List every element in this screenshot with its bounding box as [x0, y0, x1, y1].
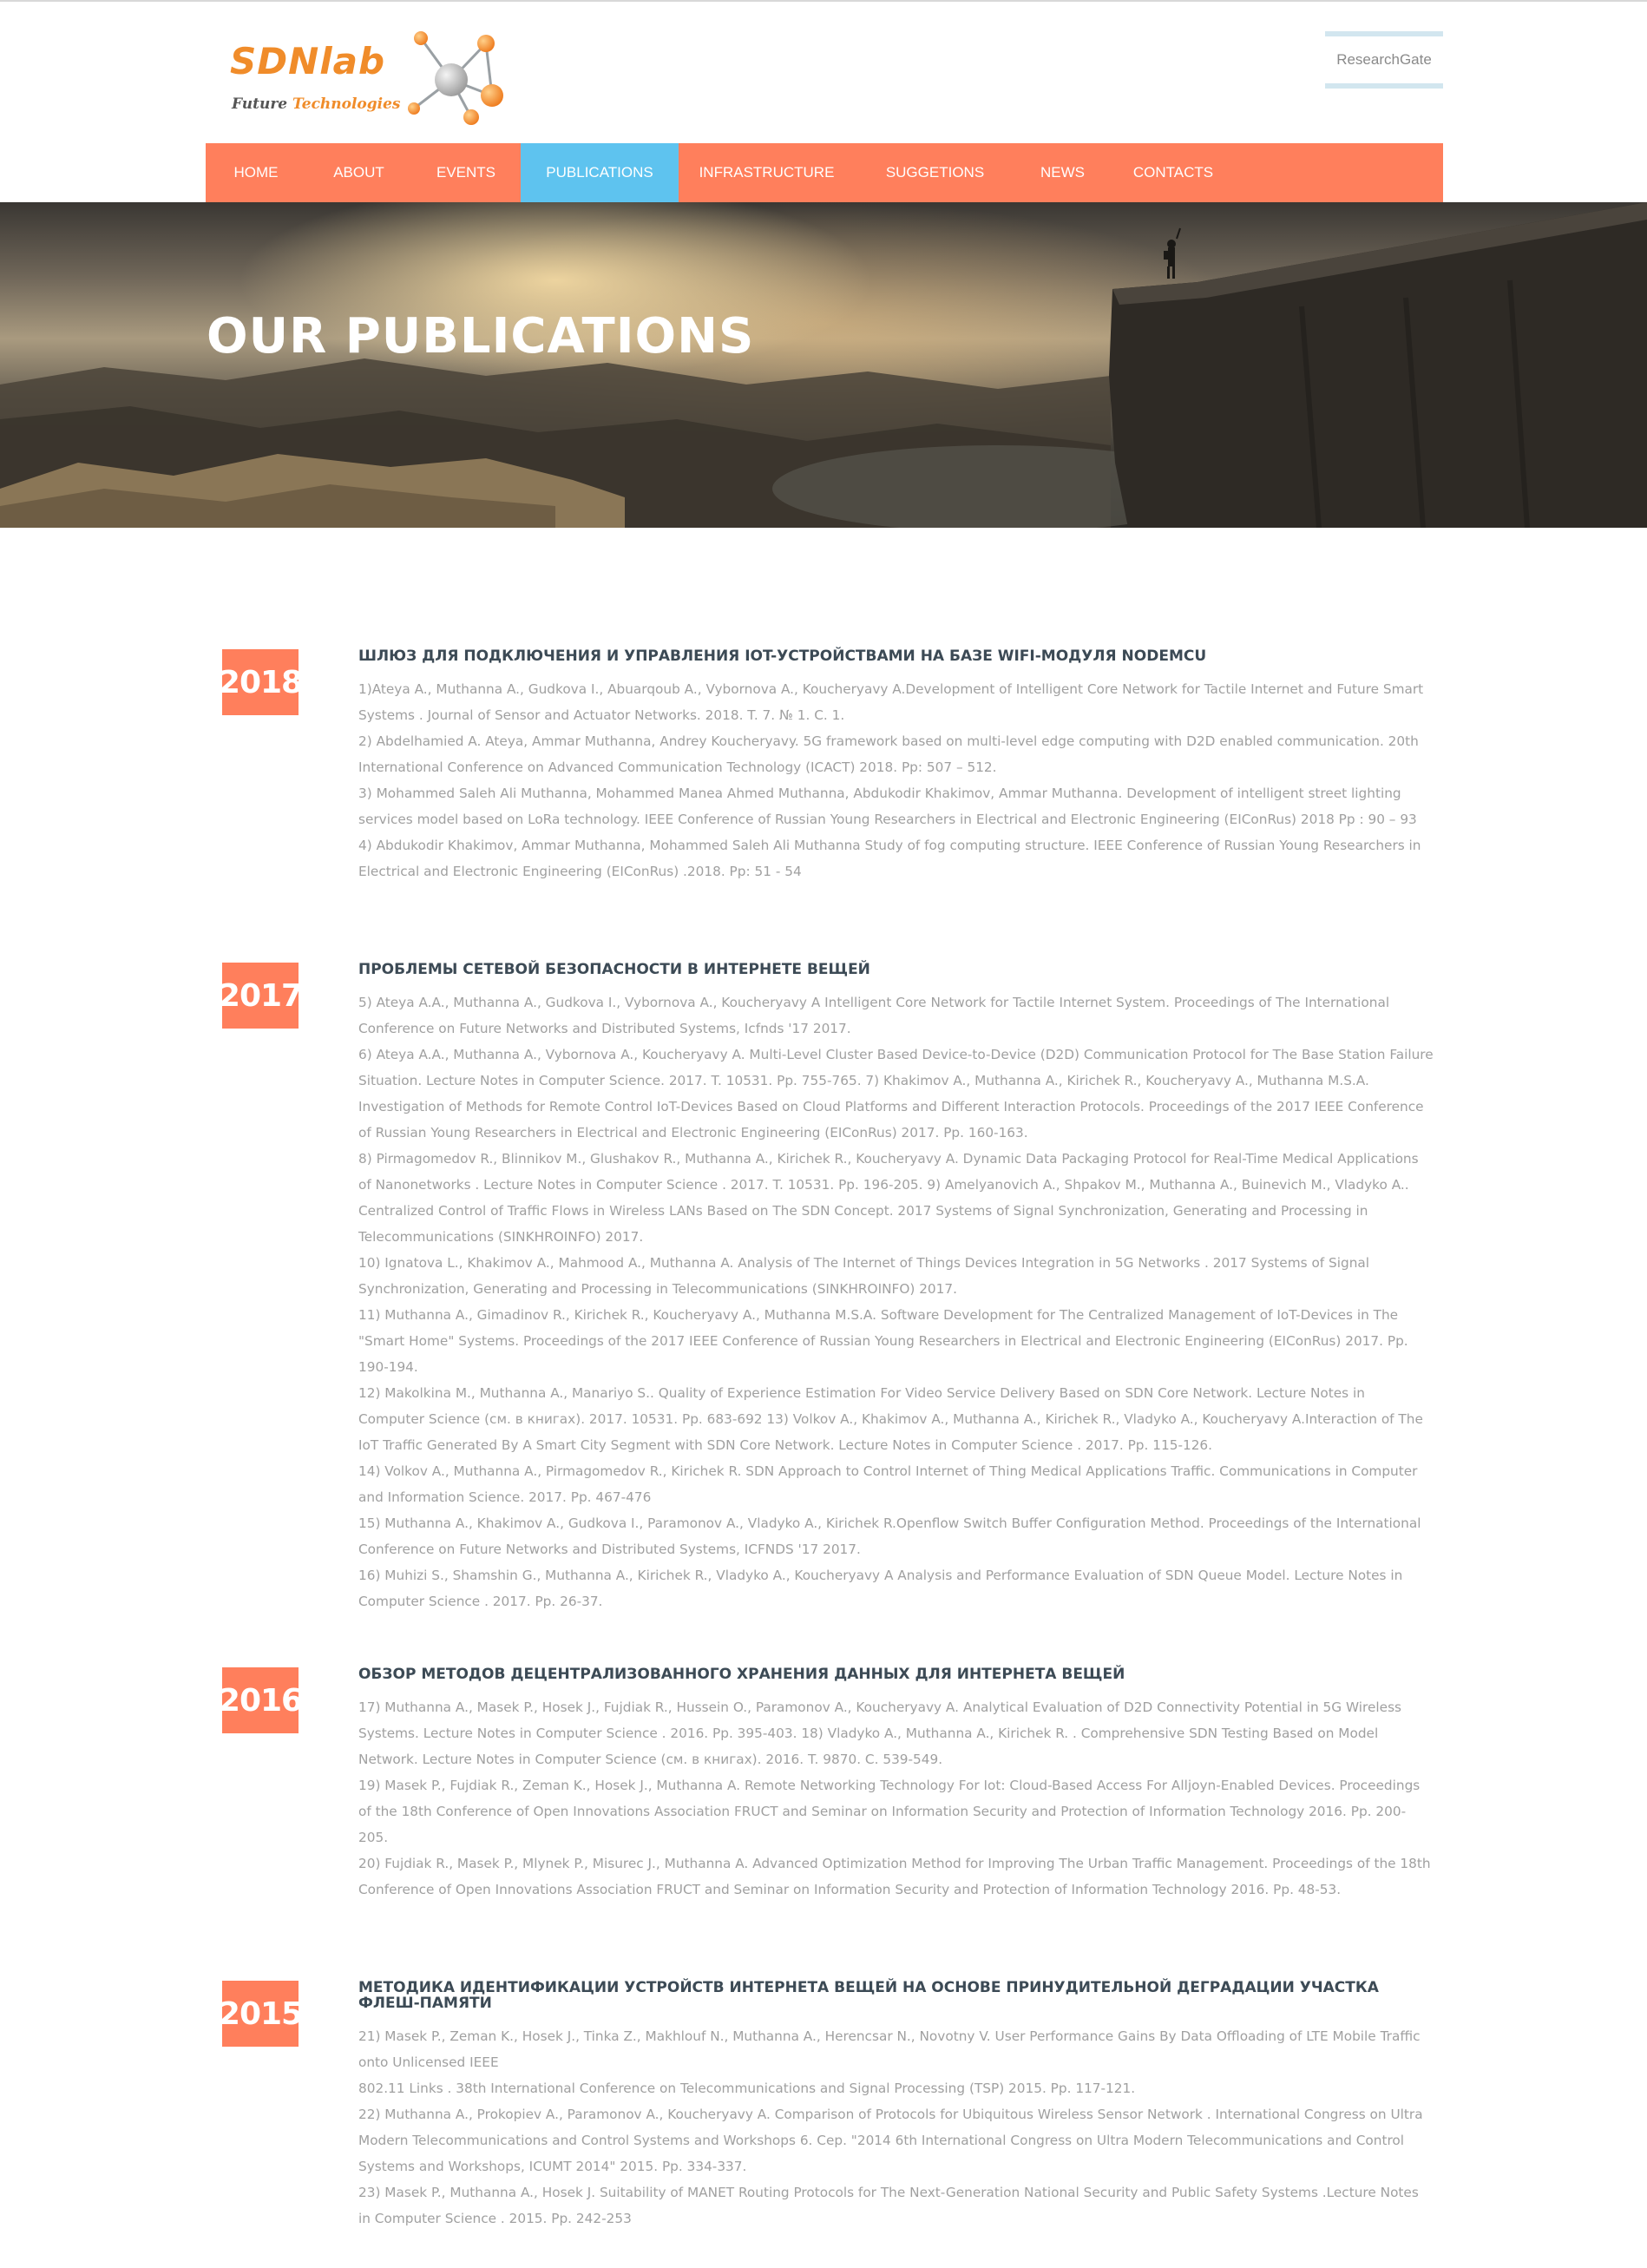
year-badge-2016: 2016	[219, 1667, 303, 1733]
nav-item-suggetions[interactable]: SUGGETIONS	[855, 143, 1015, 202]
publication-item: 16) Muhizi S., Shamshin G., Muthanna A.,…	[358, 1568, 1403, 1609]
publication-item: 10) Ignatova L., Khakimov A., Mahmood A.…	[358, 1255, 1370, 1297]
main-nav: HOME ABOUT EVENTS PUBLICATIONS INFRASTRU…	[206, 143, 1443, 202]
cliff-landscape-image	[0, 202, 1647, 528]
nav-item-publications[interactable]: PUBLICATIONS	[521, 143, 679, 202]
hero-banner: OUR PUBLICATIONS	[0, 202, 1647, 528]
publication-item: 8) Pirmagomedov R., Blinnikov M., Glusha…	[358, 1151, 1419, 1245]
publication-item: 2) Abdelhamied A. Ateya, Ammar Muthanna,…	[358, 733, 1419, 775]
nav-item-contacts[interactable]: CONTACTS	[1110, 143, 1237, 202]
publication-item: 17) Muthanna A., Masek P., Hosek J., Fuj…	[358, 1699, 1402, 1767]
sdnlab-logo[interactable]: SDNlab Future Technologies	[230, 26, 508, 128]
publication-list-2015: 21) Masek P., Zeman K., Hosek J., Tinka …	[358, 2023, 1434, 2232]
site-header: SDNlab Future Technologies ResearchGate	[0, 0, 1647, 143]
year-badge-2017: 2017	[219, 963, 303, 1029]
logo-wordmark: SDNlab	[230, 40, 386, 82]
publication-item: 20) Fujdiak R., Masek P., Mlynek P., Mis…	[358, 1856, 1431, 1897]
nav-item-infrastructure[interactable]: INFRASTRUCTURE	[679, 143, 855, 202]
publication-list-2016: 17) Muthanna A., Masek P., Hosek J., Fuj…	[358, 1694, 1434, 1903]
year-badge-2015: 2015	[219, 1981, 303, 2047]
publication-item: 12) Makolkina M., Muthanna A., Manariyo …	[358, 1385, 1423, 1453]
publication-title-2016: Обзор методов децентрализованного хранен…	[358, 1666, 1125, 1683]
publication-item: 11) Muthanna A., Gimadinov R., Kirichek …	[358, 1307, 1408, 1375]
researchgate-button[interactable]: ResearchGate	[1325, 31, 1443, 89]
publication-title-2015: Методика идентификации устройств Интерне…	[358, 1979, 1379, 2012]
publication-item: 4) Abdukodir Khakimov, Ammar Muthanna, M…	[358, 838, 1421, 879]
publication-item: 15) Muthanna A., Khakimov A., Gudkova I.…	[358, 1515, 1421, 1557]
nav-item-news[interactable]: NEWS	[1015, 143, 1110, 202]
publication-item: 6) Ateya A.A., Muthanna A., Vybornova A.…	[358, 1047, 1434, 1141]
publication-item: 19) Masek P., Fujdiak R., Zeman K., Hose…	[358, 1778, 1421, 1845]
publication-item: 22) Muthanna A., Prokopiev A., Paramonov…	[358, 2107, 1423, 2174]
molecule-icon	[408, 31, 503, 125]
publication-title-2017: Проблемы сетевой безопасности в Интернет…	[358, 961, 870, 978]
publication-list-2018: 1)Ateya A., Muthanna A., Gudkova I., Abu…	[358, 676, 1434, 884]
publication-title-2018: Шлюз для подключения и управления IoT-ус…	[358, 648, 1207, 665]
publication-item: 1)Ateya A., Muthanna A., Gudkova I., Abu…	[358, 681, 1424, 723]
publication-item: 14) Volkov A., Muthanna A., Pirmagomedov…	[358, 1463, 1418, 1505]
page-title: OUR PUBLICATIONS	[207, 308, 755, 365]
publication-item: 5) Ateya A.A., Muthanna A., Gudkova I., …	[358, 995, 1390, 1036]
year-badge-2018: 2018	[219, 649, 303, 715]
logo-tagline: Future Technologies	[232, 95, 401, 113]
publication-item: 23) Masek P., Muthanna A., Hosek J. Suit…	[358, 2185, 1419, 2226]
nav-item-home[interactable]: HOME	[206, 143, 306, 202]
nav-item-about[interactable]: ABOUT	[306, 143, 411, 202]
nav-item-events[interactable]: EVENTS	[411, 143, 521, 202]
publication-item: 3) Mohammed Saleh Ali Muthanna, Mohammed…	[358, 786, 1417, 827]
publication-item: 802.11 Links . 38th International Confer…	[358, 2081, 1136, 2096]
publication-item: 21) Masek P., Zeman K., Hosek J., Tinka …	[358, 2028, 1421, 2070]
publication-list-2017: 5) Ateya A.A., Muthanna A., Gudkova I., …	[358, 989, 1434, 1614]
